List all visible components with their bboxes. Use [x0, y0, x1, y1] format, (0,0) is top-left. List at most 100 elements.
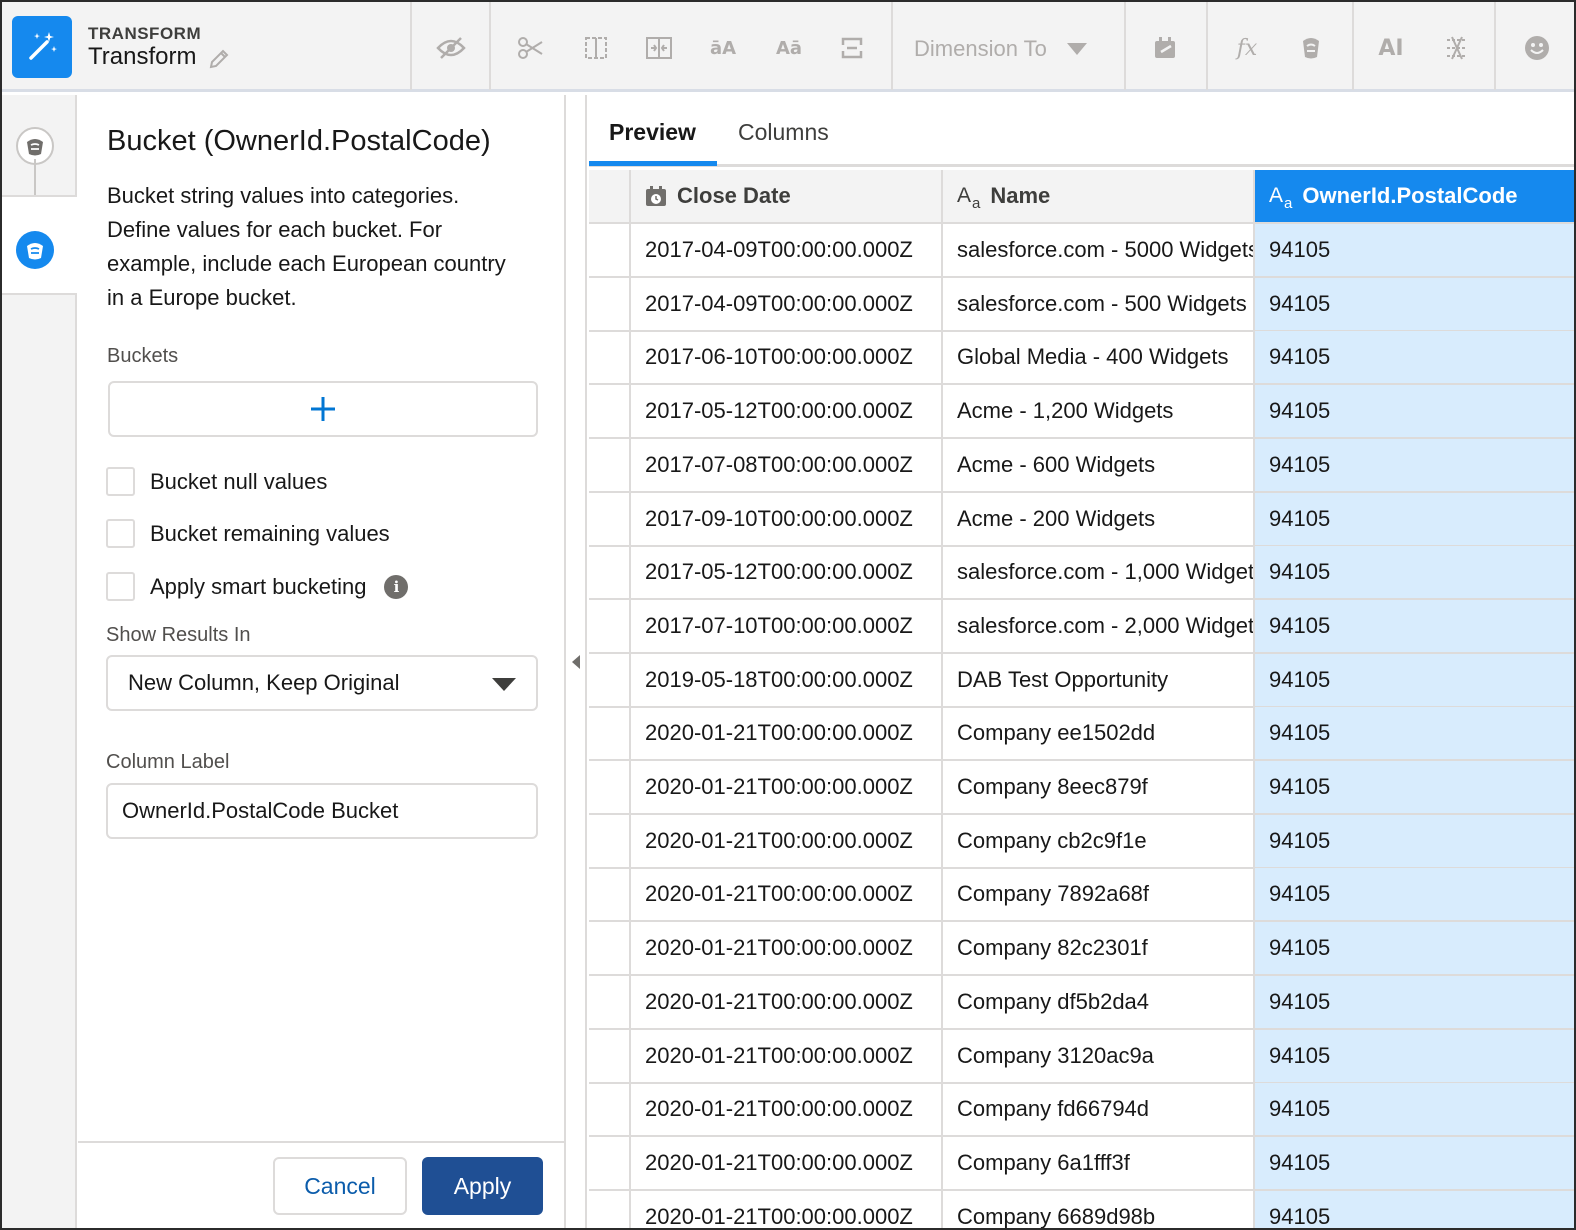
- sentiment-icon[interactable]: [1520, 32, 1554, 64]
- name-cell[interactable]: salesforce.com - 5000 Widgets: [943, 224, 1255, 276]
- close-date-cell[interactable]: 2020-01-21T00:00:00.000Z: [631, 922, 943, 975]
- column-header-name[interactable]: Aa Name: [943, 170, 1255, 222]
- name-cell[interactable]: Company ee1502dd: [943, 707, 1255, 760]
- name-cell[interactable]: salesforce.com - 2,000 Widgets: [943, 599, 1255, 652]
- name-cell[interactable]: Acme - 200 Widgets: [943, 492, 1255, 545]
- name-cell[interactable]: Company 8eec879f: [943, 761, 1255, 813]
- close-date-cell[interactable]: 2020-01-21T00:00:00.000Z: [631, 814, 943, 867]
- row-selector-cell[interactable]: [589, 814, 631, 867]
- format-icon[interactable]: [642, 32, 676, 64]
- close-date-cell[interactable]: 2017-09-10T00:00:00.000Z: [631, 492, 943, 545]
- name-cell[interactable]: Acme - 600 Widgets: [943, 438, 1255, 491]
- close-date-cell[interactable]: 2017-05-12T00:00:00.000Z: [631, 385, 943, 438]
- column-label-input[interactable]: [106, 783, 538, 839]
- pencil-icon[interactable]: [208, 48, 230, 75]
- bucket-step-active-icon[interactable]: [16, 231, 54, 269]
- tab-columns[interactable]: Columns: [738, 119, 829, 146]
- tab-preview[interactable]: Preview: [609, 119, 696, 146]
- postal-code-cell[interactable]: 94105: [1255, 1136, 1574, 1189]
- close-date-cell[interactable]: 2017-06-10T00:00:00.000Z: [631, 331, 943, 384]
- row-selector-cell[interactable]: [589, 707, 631, 760]
- name-cell[interactable]: Company 82c2301f: [943, 922, 1255, 975]
- columns-icon[interactable]: [579, 32, 613, 64]
- postal-code-cell[interactable]: 94105: [1255, 814, 1574, 867]
- formula-icon[interactable]: fx: [1230, 32, 1264, 64]
- close-date-cell[interactable]: 2020-01-21T00:00:00.000Z: [631, 1083, 943, 1136]
- rail-step-previous[interactable]: [2, 95, 77, 195]
- postal-code-cell[interactable]: 94105: [1255, 438, 1574, 491]
- panel-splitter[interactable]: [567, 95, 587, 1228]
- date-icon[interactable]: [1148, 32, 1182, 64]
- close-date-cell[interactable]: 2020-01-21T00:00:00.000Z: [631, 1029, 943, 1082]
- close-date-cell[interactable]: 2020-01-21T00:00:00.000Z: [631, 1190, 943, 1228]
- postal-code-cell[interactable]: 94105: [1255, 1190, 1574, 1228]
- collapse-arrow-icon[interactable]: [572, 655, 580, 669]
- postal-code-cell[interactable]: 94105: [1255, 546, 1574, 599]
- row-selector-cell[interactable]: [589, 224, 631, 276]
- close-date-cell[interactable]: 2020-01-21T00:00:00.000Z: [631, 1136, 943, 1189]
- show-results-select[interactable]: New Column, Keep Original: [106, 655, 538, 711]
- close-date-cell[interactable]: 2020-01-21T00:00:00.000Z: [631, 868, 943, 921]
- delete-column-icon[interactable]: [1440, 32, 1474, 64]
- bucket-icon[interactable]: [1294, 32, 1328, 64]
- hide-icon[interactable]: [434, 32, 468, 64]
- bucket-remaining-values-checkbox[interactable]: [106, 519, 135, 548]
- close-date-cell[interactable]: 2017-05-12T00:00:00.000Z: [631, 546, 943, 599]
- row-selector-cell[interactable]: [589, 761, 631, 813]
- postal-code-cell[interactable]: 94105: [1255, 1083, 1574, 1136]
- close-date-cell[interactable]: 2020-01-21T00:00:00.000Z: [631, 707, 943, 760]
- name-cell[interactable]: salesforce.com - 1,000 Widgets: [943, 546, 1255, 599]
- close-date-cell[interactable]: 2020-01-21T00:00:00.000Z: [631, 761, 943, 813]
- name-cell[interactable]: Global Media - 400 Widgets: [943, 331, 1255, 384]
- postal-code-cell[interactable]: 94105: [1255, 975, 1574, 1028]
- close-date-cell[interactable]: 2020-01-21T00:00:00.000Z: [631, 975, 943, 1028]
- split-icon[interactable]: [514, 32, 548, 64]
- postal-code-cell[interactable]: 94105: [1255, 277, 1574, 330]
- postal-code-cell[interactable]: 94105: [1255, 599, 1574, 652]
- column-header-close-date[interactable]: Close Date: [631, 170, 943, 222]
- row-selector-cell[interactable]: [589, 438, 631, 491]
- column-header-postal-code[interactable]: Aa OwnerId.PostalCode: [1255, 170, 1574, 222]
- smart-bucketing-row[interactable]: Apply smart bucketing i: [106, 572, 409, 601]
- name-cell[interactable]: Company cb2c9f1e: [943, 814, 1255, 867]
- postal-code-cell[interactable]: 94105: [1255, 331, 1574, 384]
- row-selector-cell[interactable]: [589, 1136, 631, 1189]
- postal-code-cell[interactable]: 94105: [1255, 653, 1574, 706]
- add-bucket-button[interactable]: [108, 381, 538, 437]
- close-date-cell[interactable]: 2019-05-18T00:00:00.000Z: [631, 653, 943, 706]
- postal-code-cell[interactable]: 94105: [1255, 385, 1574, 438]
- rail-step-current[interactable]: [2, 195, 77, 295]
- close-date-cell[interactable]: 2017-04-09T00:00:00.000Z: [631, 224, 943, 276]
- row-selector-cell[interactable]: [589, 599, 631, 652]
- smart-bucketing-checkbox[interactable]: [106, 572, 135, 601]
- postal-code-cell[interactable]: 94105: [1255, 707, 1574, 760]
- name-cell[interactable]: DAB Test Opportunity: [943, 653, 1255, 706]
- dimension-to-select[interactable]: Dimension To: [914, 32, 1087, 66]
- bucket-remaining-values-row[interactable]: Bucket remaining values: [106, 519, 390, 548]
- bucket-null-values-row[interactable]: Bucket null values: [106, 467, 327, 496]
- row-selector-cell[interactable]: [589, 277, 631, 330]
- close-date-cell[interactable]: 2017-07-08T00:00:00.000Z: [631, 438, 943, 491]
- row-selector-cell[interactable]: [589, 1083, 631, 1136]
- row-selector-cell[interactable]: [589, 975, 631, 1028]
- row-selector-cell[interactable]: [589, 1029, 631, 1082]
- row-selector-cell[interactable]: [589, 1190, 631, 1228]
- name-cell[interactable]: Company 6a1fff3f: [943, 1136, 1255, 1189]
- row-selector-cell[interactable]: [589, 868, 631, 921]
- postal-code-cell[interactable]: 94105: [1255, 868, 1574, 921]
- name-cell[interactable]: Company 3120ac9a: [943, 1029, 1255, 1082]
- row-selector-cell[interactable]: [589, 653, 631, 706]
- row-selector-cell[interactable]: [589, 331, 631, 384]
- uppercase-icon[interactable]: Aā: [772, 32, 806, 64]
- name-cell[interactable]: Company fd66794d: [943, 1083, 1255, 1136]
- postal-code-cell[interactable]: 94105: [1255, 761, 1574, 813]
- text-case-icon[interactable]: AI: [1374, 32, 1408, 64]
- close-date-cell[interactable]: 2017-07-10T00:00:00.000Z: [631, 599, 943, 652]
- postal-code-cell[interactable]: 94105: [1255, 922, 1574, 975]
- bucket-swap-icon[interactable]: [835, 32, 869, 64]
- name-cell[interactable]: Company 7892a68f: [943, 868, 1255, 921]
- name-cell[interactable]: Company 6689d98b: [943, 1190, 1255, 1228]
- name-cell[interactable]: Company df5b2da4: [943, 975, 1255, 1028]
- postal-code-cell[interactable]: 94105: [1255, 492, 1574, 545]
- lowercase-icon[interactable]: āA: [706, 32, 740, 64]
